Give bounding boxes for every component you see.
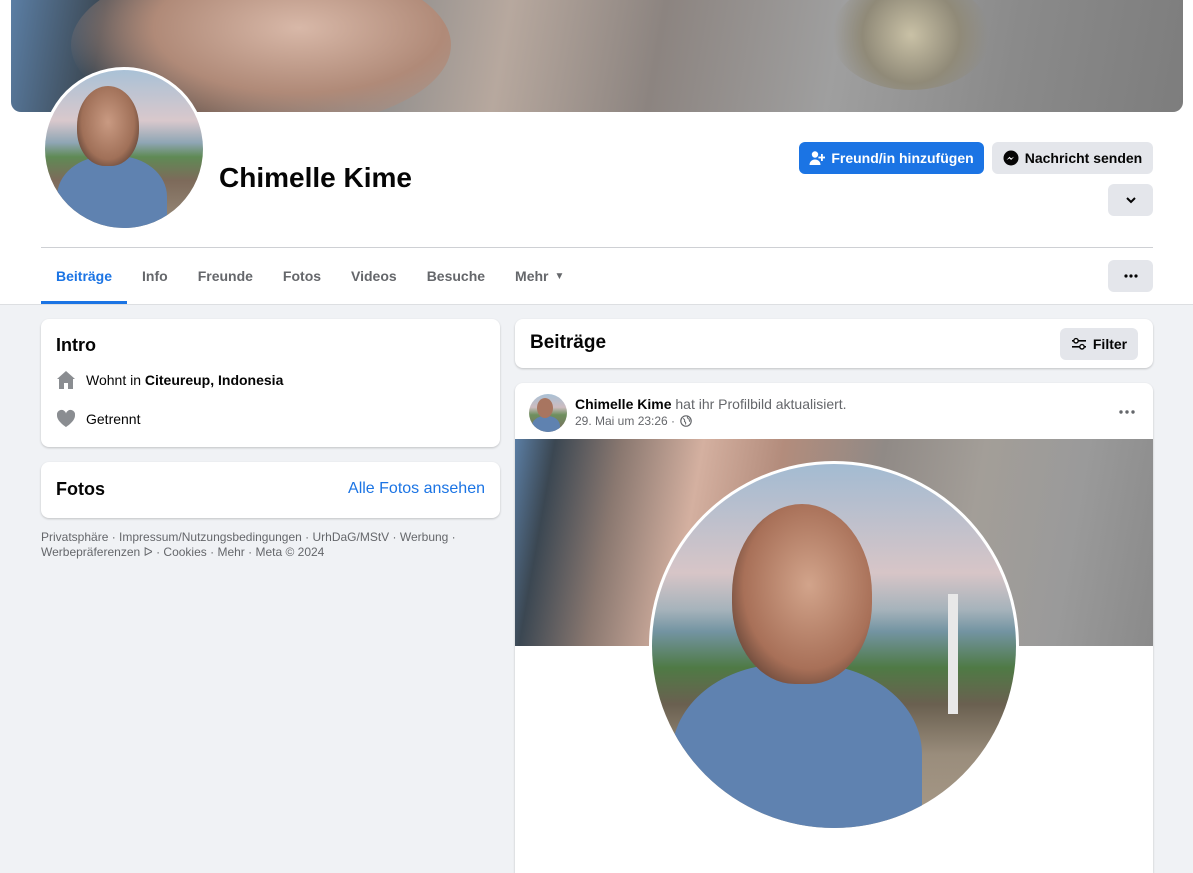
cover-photo[interactable] bbox=[11, 0, 1183, 112]
profile-header: Chimelle Kime Freund/in hinzufügen Nachr… bbox=[0, 0, 1193, 305]
more-dots-icon bbox=[1123, 274, 1138, 278]
heart-icon bbox=[56, 409, 76, 429]
posts-header-card: Beiträge Filter bbox=[515, 319, 1153, 368]
post-meta: 29. Mai um 23:26 · bbox=[575, 414, 692, 428]
profile-more-button[interactable] bbox=[1108, 184, 1153, 216]
intro-relationship: Getrennt bbox=[56, 409, 140, 429]
tabs-more-button[interactable] bbox=[1108, 260, 1153, 292]
profile-picture[interactable] bbox=[42, 67, 206, 231]
tab-checkins[interactable]: Besuche bbox=[412, 248, 500, 304]
footer-cookies[interactable]: Cookies bbox=[163, 545, 206, 559]
tab-more[interactable]: Mehr ▼ bbox=[500, 248, 579, 304]
post-timestamp[interactable]: 29. Mai um 23:26 · bbox=[575, 414, 675, 428]
caret-down-icon: ▼ bbox=[554, 270, 565, 282]
profile-tabs: Beiträge Info Freunde Fotos Videos Besuc… bbox=[41, 248, 579, 304]
intro-title: Intro bbox=[56, 335, 96, 355]
tab-info[interactable]: Info bbox=[127, 248, 183, 304]
filter-button[interactable]: Filter bbox=[1060, 328, 1138, 360]
add-friend-icon bbox=[809, 151, 826, 165]
photos-title: Fotos bbox=[56, 479, 105, 499]
filter-label: Filter bbox=[1092, 336, 1128, 352]
post-card: Chimelle Kime hat ihr Profilbild aktuali… bbox=[515, 383, 1153, 873]
tab-photos[interactable]: Fotos bbox=[268, 248, 336, 304]
post-author-line: Chimelle Kime hat ihr Profilbild aktuali… bbox=[575, 396, 847, 412]
footer-urhdag[interactable]: UrhDaG/MStV bbox=[313, 530, 390, 544]
tab-posts[interactable]: Beiträge bbox=[41, 248, 128, 304]
intro-lives-in: Wohnt in Citeureup, Indonesia bbox=[56, 370, 283, 390]
tab-friends[interactable]: Freunde bbox=[183, 248, 268, 304]
post-action-text: hat ihr Profilbild aktualisiert. bbox=[671, 396, 847, 412]
post-profile-picture[interactable] bbox=[649, 461, 1019, 831]
footer-imprint[interactable]: Impressum/Nutzungsbedingungen bbox=[119, 530, 302, 544]
intro-card: Intro Wohnt in Citeureup, Indonesia Getr… bbox=[41, 319, 500, 447]
send-message-button[interactable]: Nachricht senden bbox=[992, 142, 1153, 174]
ad-choices-icon: ᐅ bbox=[143, 545, 153, 559]
filter-icon bbox=[1071, 337, 1086, 350]
footer-links: Privatsphäre · Impressum/Nutzungsbedingu… bbox=[41, 530, 456, 559]
posts-title: Beiträge bbox=[530, 332, 607, 353]
tab-videos[interactable]: Videos bbox=[336, 248, 412, 304]
add-friend-label: Freund/in hinzufügen bbox=[831, 150, 974, 166]
footer-more[interactable]: Mehr bbox=[217, 545, 244, 559]
footer-ads[interactable]: Werbung bbox=[400, 530, 448, 544]
location-link[interactable]: Citeureup, Indonesia bbox=[145, 372, 283, 388]
more-dots-icon bbox=[1119, 410, 1135, 414]
add-friend-button[interactable]: Freund/in hinzufügen bbox=[799, 142, 984, 174]
messenger-icon bbox=[1003, 150, 1019, 166]
post-options-button[interactable] bbox=[1119, 401, 1135, 419]
footer-privacy[interactable]: Privatsphäre bbox=[41, 530, 108, 544]
photos-card: Fotos Alle Fotos ansehen bbox=[41, 462, 500, 518]
send-message-label: Nachricht senden bbox=[1024, 150, 1143, 166]
footer-ad-choices[interactable]: Werbepräferenzen ᐅ bbox=[41, 545, 153, 559]
all-photos-link[interactable]: Alle Fotos ansehen bbox=[348, 480, 485, 498]
profile-name: Chimelle Kime bbox=[219, 162, 412, 193]
post-author-avatar[interactable] bbox=[529, 394, 567, 432]
footer-copyright: Meta © 2024 bbox=[255, 545, 325, 559]
post-author-name[interactable]: Chimelle Kime bbox=[575, 396, 671, 412]
chevron-down-icon bbox=[1125, 197, 1136, 204]
home-icon bbox=[56, 370, 76, 390]
globe-icon bbox=[680, 415, 692, 427]
